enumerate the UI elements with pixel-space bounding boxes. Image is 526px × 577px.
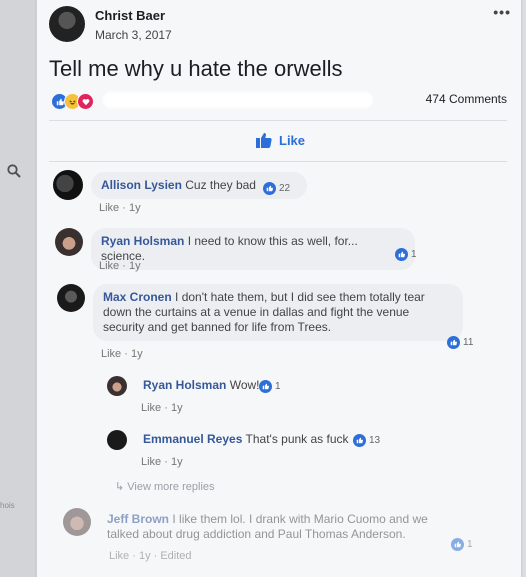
more-options-icon[interactable]: ••• — [493, 4, 511, 20]
post-header: Christ Baer March 3, 2017 ••• — [49, 4, 511, 46]
author-avatar[interactable] — [49, 6, 85, 42]
comment-text: That's punk as fuck — [245, 432, 349, 446]
like-button-label: Like — [279, 132, 306, 148]
like-button[interactable]: Like — [255, 131, 305, 149]
action-bar: Like — [49, 120, 507, 162]
comment-reaction-count[interactable]: 1 — [395, 248, 417, 261]
redacted-reactors — [103, 92, 373, 108]
commenter-avatar[interactable] — [53, 170, 83, 200]
comment-reaction-count[interactable]: 1 — [451, 538, 473, 551]
like-badge-icon — [259, 380, 272, 393]
comment: Max Cronen I don't hate them, but I did … — [57, 284, 507, 364]
comments-count[interactable]: 474 Comments — [426, 92, 507, 106]
commenter-name[interactable]: Jeff Brown — [107, 512, 169, 526]
commenter-avatar[interactable] — [63, 508, 91, 536]
comment-meta[interactable]: Like · 1y — [141, 456, 183, 468]
comment-meta[interactable]: Like · 1y — [99, 202, 141, 214]
like-badge-icon — [395, 248, 408, 261]
comment-text: Cuz they bad — [185, 178, 256, 192]
like-badge-icon — [353, 434, 366, 447]
reaction-count-text: 1 — [411, 249, 417, 260]
reply: Emmanuel Reyes That's punk as fuck 13 Li… — [107, 426, 487, 470]
reactions-summary: 474 Comments — [51, 92, 507, 110]
commenter-avatar[interactable] — [57, 284, 85, 312]
comment-bubble: Ryan Holsman Wow! — [133, 372, 273, 399]
thumbs-up-icon — [256, 133, 272, 148]
post-date[interactable]: March 3, 2017 — [95, 28, 172, 42]
comment-reaction-count[interactable]: 22 — [263, 182, 290, 195]
comment: Ryan Holsman I need to know this as well… — [55, 228, 505, 274]
view-more-replies-label: View more replies — [127, 481, 215, 493]
reply: Ryan Holsman Wow! 1 Like · 1y — [107, 372, 487, 416]
like-badge-icon — [263, 182, 276, 195]
reaction-count-text: 1 — [467, 539, 473, 550]
comment: Allison Lysien Cuz they bad 22 Like · 1y — [53, 170, 503, 216]
comment-bubble: Jeff Brown I like them lol. I drank with… — [97, 506, 457, 548]
comment-meta[interactable]: Like · 1y · Edited — [109, 550, 192, 562]
commenter-name[interactable]: Max Cronen — [103, 290, 172, 304]
comment: Jeff Brown I like them lol. I drank with… — [63, 508, 503, 570]
commenter-name[interactable]: Allison Lysien — [101, 178, 182, 192]
comment-text: Wow! — [229, 378, 260, 392]
commenter-avatar[interactable] — [107, 376, 127, 396]
comment-meta[interactable]: Like · 1y — [99, 260, 141, 272]
commenter-avatar[interactable] — [55, 228, 83, 256]
like-badge-icon — [447, 336, 460, 349]
comment-meta[interactable]: Like · 1y — [101, 348, 143, 360]
comment-bubble: Emmanuel Reyes That's punk as fuck — [133, 426, 373, 453]
left-sidebar-strip: hois — [0, 0, 36, 577]
reaction-count-text: 11 — [463, 337, 474, 348]
commenter-avatar[interactable] — [107, 430, 127, 450]
reaction-count-text: 13 — [369, 435, 381, 446]
truncated-sidebar-text: hois — [0, 501, 15, 510]
like-badge-icon — [451, 538, 464, 551]
commenter-name[interactable]: Ryan Holsman — [143, 378, 226, 392]
comment-reaction-count[interactable]: 13 — [353, 434, 380, 447]
reaction-icons[interactable] — [51, 93, 94, 110]
post-card: Christ Baer March 3, 2017 ••• Tell me wh… — [36, 0, 522, 577]
commenter-name[interactable]: Ryan Holsman — [101, 234, 184, 248]
view-more-replies-link[interactable]: ↳ View more replies — [115, 480, 215, 493]
reaction-count-text: 22 — [279, 183, 291, 194]
comment-bubble: Max Cronen I don't hate them, but I did … — [93, 284, 463, 341]
author-name[interactable]: Christ Baer — [95, 8, 165, 23]
search-icon[interactable] — [7, 164, 21, 178]
reaction-count-text: 1 — [275, 381, 281, 392]
post-text: Tell me why u hate the orwells — [49, 56, 343, 81]
love-reaction-icon — [77, 93, 94, 110]
commenter-name[interactable]: Emmanuel Reyes — [143, 432, 242, 446]
comment-reaction-count[interactable]: 11 — [447, 336, 473, 349]
comment-reaction-count[interactable]: 1 — [259, 380, 281, 393]
reply-arrow-icon: ↳ — [115, 481, 128, 493]
comment-meta[interactable]: Like · 1y — [141, 402, 183, 414]
